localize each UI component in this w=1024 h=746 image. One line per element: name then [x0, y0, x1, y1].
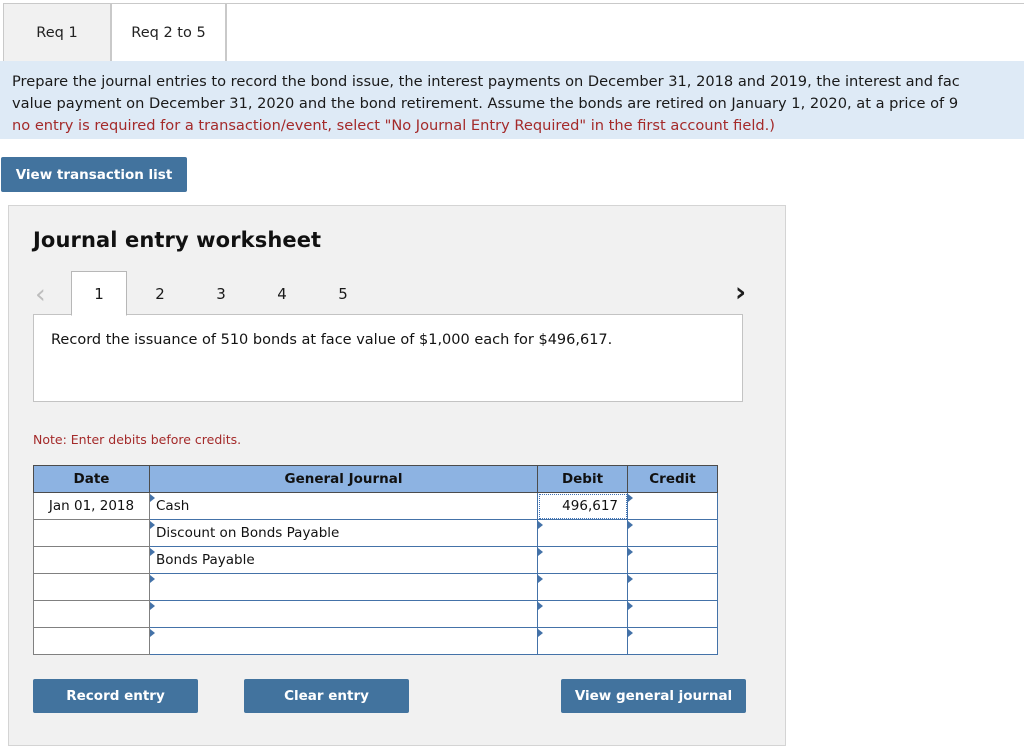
dropdown-triangle-icon	[538, 548, 543, 556]
table-row: Discount on Bonds Payable	[33, 519, 718, 547]
worksheet-page-tab-2-label: 2	[155, 284, 165, 303]
instruction-line-2: value payment on December 31, 2020 and t…	[12, 95, 959, 112]
dropdown-triangle-icon	[150, 629, 155, 637]
table-row	[33, 573, 718, 601]
date-cell-6[interactable]	[33, 627, 150, 655]
column-header-general-journal: General Journal	[149, 465, 538, 493]
dropdown-triangle-icon	[538, 629, 543, 637]
clear-entry-button[interactable]: Clear entry	[244, 679, 409, 713]
journal-entry-worksheet-panel: Journal entry worksheet ‹ › 1 2 3 4 5 Re…	[8, 205, 786, 746]
dropdown-triangle-icon	[628, 521, 633, 529]
worksheet-page-tab-1[interactable]: 1	[71, 271, 127, 316]
account-cell-2[interactable]: Discount on Bonds Payable	[149, 519, 538, 547]
dropdown-triangle-icon	[628, 494, 633, 502]
worksheet-page-tab-5-label: 5	[338, 284, 348, 303]
dropdown-triangle-icon	[150, 575, 155, 583]
account-cell-3-value: Bonds Payable	[156, 552, 255, 568]
instruction-line-1: Prepare the journal entries to record th…	[12, 73, 960, 90]
journal-table-header-row: Date General Journal Debit Credit	[33, 465, 718, 493]
dropdown-triangle-icon	[628, 602, 633, 610]
credit-cell-6[interactable]	[627, 627, 718, 655]
tab-req-2-to-5-label: Req 2 to 5	[131, 24, 206, 41]
worksheet-page-tab-1-label: 1	[94, 284, 104, 303]
dropdown-triangle-icon	[628, 629, 633, 637]
transaction-description-text: Record the issuance of 510 bonds at face…	[51, 332, 613, 348]
dropdown-triangle-icon	[150, 602, 155, 610]
table-row	[33, 600, 718, 628]
date-cell-5[interactable]	[33, 600, 150, 628]
requirement-tab-strip: Req 1 Req 2 to 5	[0, 0, 1024, 61]
worksheet-page-tab-2[interactable]: 2	[132, 271, 188, 316]
dropdown-triangle-icon	[150, 494, 155, 502]
account-cell-6[interactable]	[149, 627, 538, 655]
debit-cell-2[interactable]	[537, 519, 628, 547]
table-row	[33, 627, 718, 655]
account-cell-1-value: Cash	[156, 498, 190, 514]
date-cell-4[interactable]	[33, 573, 150, 601]
debit-cell-1[interactable]: 496,617	[537, 492, 628, 520]
dropdown-triangle-icon	[628, 548, 633, 556]
debit-cell-1-value: 496,617	[562, 498, 618, 514]
debit-cell-6[interactable]	[537, 627, 628, 655]
worksheet-page-tab-3[interactable]: 3	[193, 271, 249, 316]
worksheet-page-tab-4-label: 4	[277, 284, 287, 303]
credit-cell-1[interactable]	[627, 492, 718, 520]
instruction-banner: Prepare the journal entries to record th…	[0, 61, 1024, 139]
record-entry-button[interactable]: Record entry	[33, 679, 198, 713]
table-row: Bonds Payable	[33, 546, 718, 574]
worksheet-pager: ‹ › 1 2 3 4 5	[9, 271, 787, 316]
dropdown-triangle-icon	[538, 575, 543, 583]
tab-req-1[interactable]: Req 1	[3, 3, 111, 61]
account-cell-3[interactable]: Bonds Payable	[149, 546, 538, 574]
account-cell-1[interactable]: Cash	[149, 492, 538, 520]
debit-cell-4[interactable]	[537, 573, 628, 601]
dropdown-triangle-icon	[538, 602, 543, 610]
account-cell-2-value: Discount on Bonds Payable	[156, 525, 340, 541]
date-cell-1[interactable]: Jan 01, 2018	[33, 492, 150, 520]
journal-entry-table: Date General Journal Debit Credit Jan 01…	[33, 465, 718, 655]
dropdown-triangle-icon	[150, 521, 155, 529]
transaction-description-box: Record the issuance of 510 bonds at face…	[33, 314, 743, 402]
credit-cell-2[interactable]	[627, 519, 718, 547]
worksheet-page-tab-3-label: 3	[216, 284, 226, 303]
account-cell-4[interactable]	[149, 573, 538, 601]
account-cell-5[interactable]	[149, 600, 538, 628]
instruction-line-3: no entry is required for a transaction/e…	[12, 117, 775, 134]
date-cell-2[interactable]	[33, 519, 150, 547]
worksheet-page-tab-5[interactable]: 5	[315, 271, 371, 316]
dropdown-triangle-icon	[538, 521, 543, 529]
chevron-right-icon[interactable]: ›	[735, 279, 746, 306]
tab-req-2-to-5[interactable]: Req 2 to 5	[111, 3, 226, 61]
chevron-left-icon[interactable]: ‹	[35, 281, 46, 308]
tab-strip-filler	[226, 3, 1024, 61]
date-cell-3[interactable]	[33, 546, 150, 574]
worksheet-title: Journal entry worksheet	[33, 228, 322, 252]
view-general-journal-button[interactable]: View general journal	[561, 679, 746, 713]
column-header-credit: Credit	[627, 465, 718, 493]
debits-before-credits-note: Note: Enter debits before credits.	[33, 432, 242, 447]
tab-req-1-label: Req 1	[36, 24, 78, 41]
column-header-date: Date	[33, 465, 150, 493]
column-header-debit: Debit	[537, 465, 628, 493]
debit-cell-3[interactable]	[537, 546, 628, 574]
view-transaction-list-button[interactable]: View transaction list	[1, 157, 187, 192]
dropdown-triangle-icon	[628, 575, 633, 583]
credit-cell-3[interactable]	[627, 546, 718, 574]
worksheet-page-tab-4[interactable]: 4	[254, 271, 310, 316]
table-row: Jan 01, 2018 Cash 496,617	[33, 492, 718, 520]
credit-cell-4[interactable]	[627, 573, 718, 601]
credit-cell-5[interactable]	[627, 600, 718, 628]
debit-cell-5[interactable]	[537, 600, 628, 628]
dropdown-triangle-icon	[150, 548, 155, 556]
